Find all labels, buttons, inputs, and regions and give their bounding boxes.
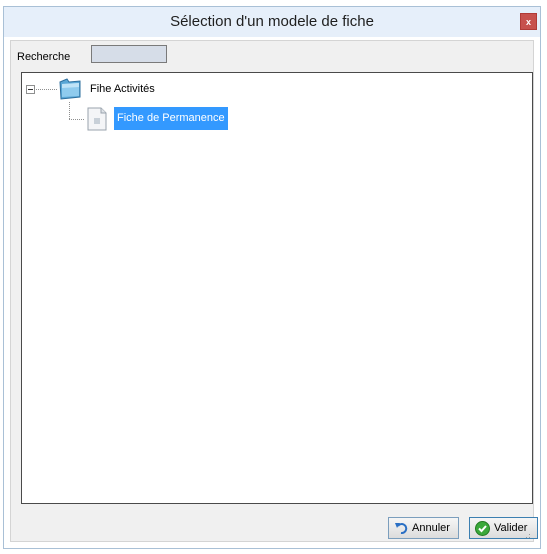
tree-node-child[interactable]: Fiche de Permanence <box>114 107 228 130</box>
search-input[interactable] <box>91 45 167 63</box>
template-tree[interactable]: Fihe Activités Fiche de Permanence <box>21 72 533 504</box>
document-icon <box>87 107 107 131</box>
tree-connector <box>69 102 70 119</box>
tree-connector <box>69 119 84 120</box>
tree-node-root[interactable]: Fihe Activités <box>90 83 155 95</box>
collapse-toggle[interactable] <box>26 85 35 94</box>
dialog-window: Sélection d'un modele de fiche x Recherc… <box>3 6 541 549</box>
title-bar[interactable]: Sélection d'un modele de fiche x <box>4 7 540 37</box>
folder-icon <box>59 78 81 100</box>
dialog-body: Recherche Fihe Activités Fiche de Perman… <box>10 40 538 542</box>
dialog-title: Sélection d'un modele de fiche <box>170 13 374 30</box>
resize-grip-icon[interactable] <box>523 531 531 539</box>
cancel-button[interactable]: Annuler <box>388 517 459 539</box>
undo-icon <box>395 523 408 535</box>
tree-connector <box>36 89 57 90</box>
search-label: Recherche <box>17 51 71 63</box>
close-button[interactable]: x <box>520 13 537 30</box>
cancel-label: Annuler <box>412 522 450 534</box>
check-icon <box>475 520 490 536</box>
